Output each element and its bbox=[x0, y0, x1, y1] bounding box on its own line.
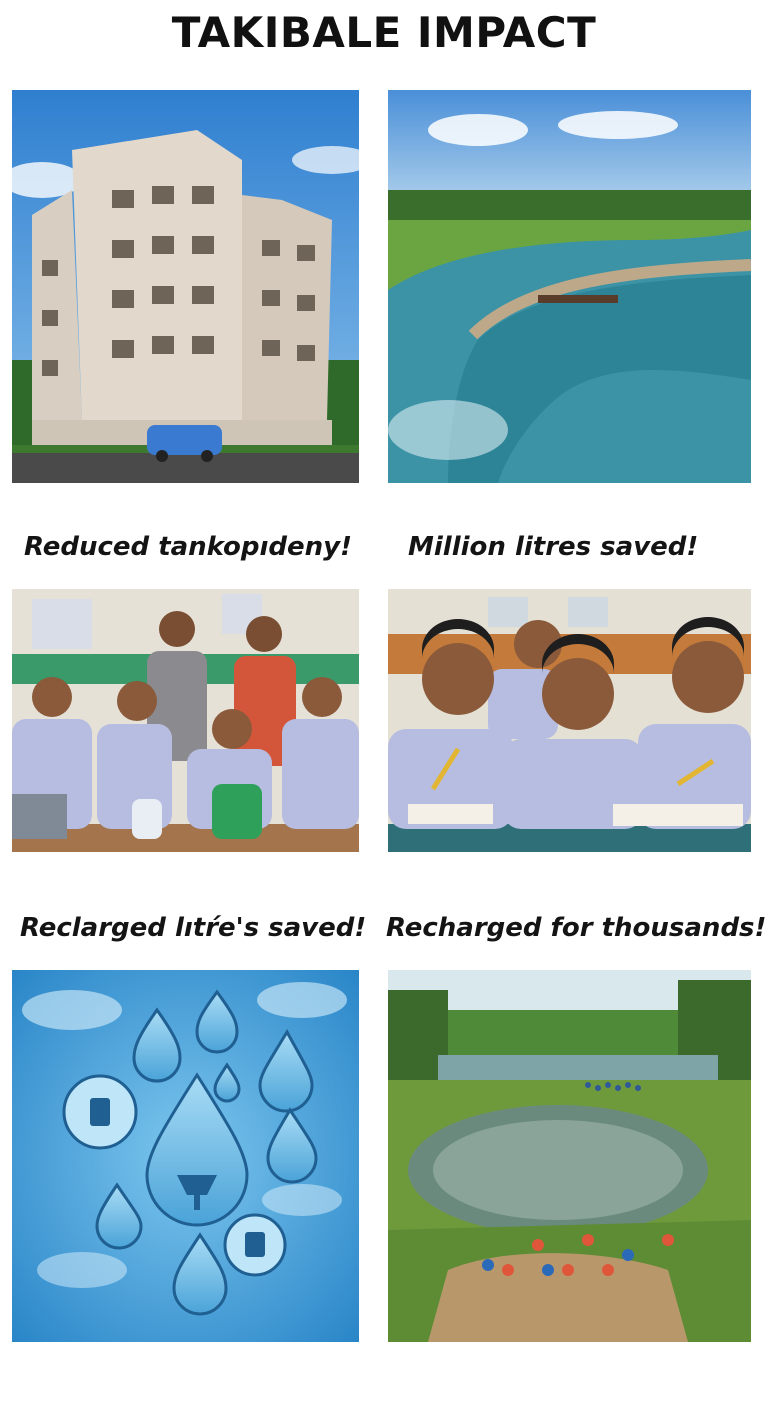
photo-apartment-building bbox=[12, 90, 359, 483]
photo-water-drop-icons bbox=[12, 970, 359, 1342]
photo-schoolboys bbox=[388, 589, 751, 852]
caption-reclarged: Reclarged lıtŕe's saved! bbox=[20, 913, 367, 943]
photo-pond-children bbox=[388, 970, 751, 1342]
caption-reduced: Reduced tankopıdeny! bbox=[24, 532, 352, 562]
page-title: TAKIBALE IMPACT bbox=[171, 8, 597, 57]
caption-million-litres: Million litres saved! bbox=[408, 532, 699, 562]
photo-lake-river bbox=[388, 90, 751, 483]
photo-classroom-group bbox=[12, 589, 359, 852]
caption-recharged: Recharged for thousands! bbox=[386, 913, 767, 943]
